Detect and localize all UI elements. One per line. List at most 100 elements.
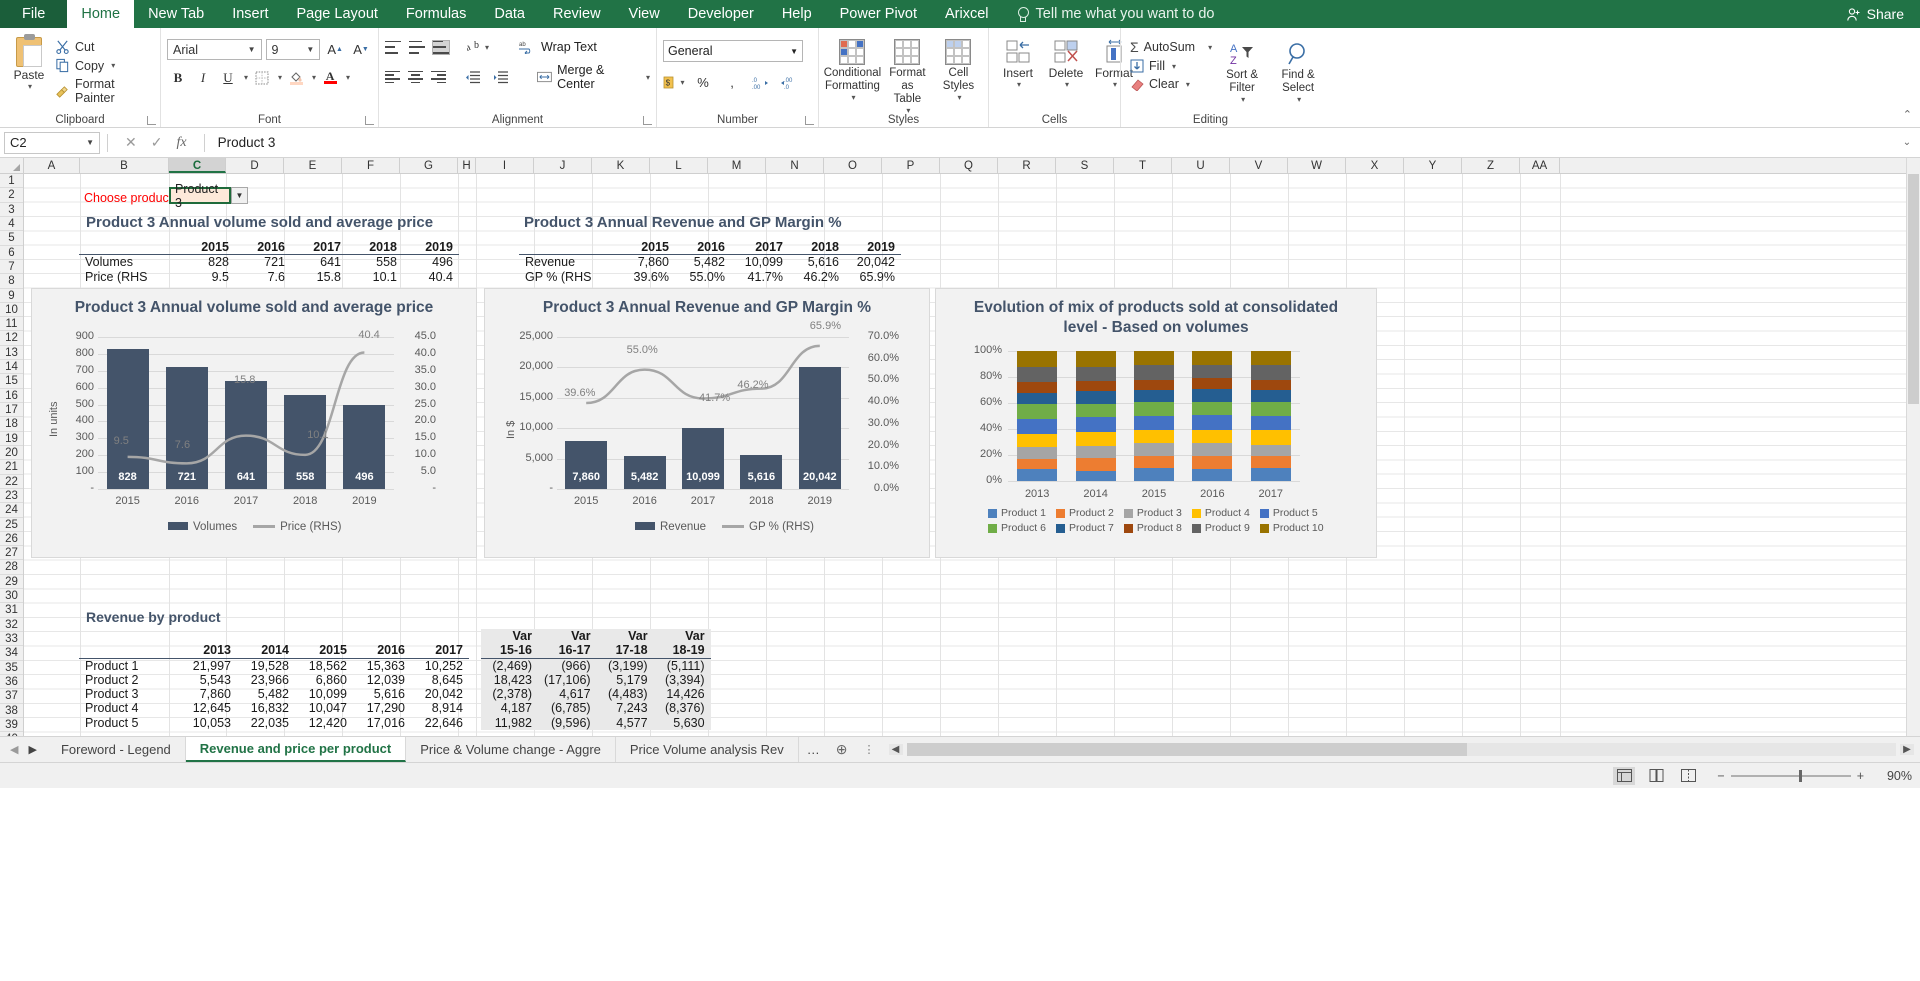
share-button[interactable]: Share [1830,0,1920,28]
column-header-AA[interactable]: AA [1520,158,1560,173]
page-break-view-button[interactable] [1677,767,1699,785]
column-header-W[interactable]: W [1288,158,1346,173]
fill-button[interactable]: Fill ▾ [1127,57,1215,75]
zoom-thumb[interactable] [1798,769,1802,782]
cut-button[interactable]: Cut [52,37,154,56]
ribbon-tab-review[interactable]: Review [539,0,615,28]
ribbon-tab-arixcel[interactable]: Arixcel [931,0,1003,28]
underline-button[interactable]: U [217,67,239,88]
column-header-V[interactable]: V [1230,158,1288,173]
row-header-35[interactable]: 35 [0,661,23,675]
confirm-edit-icon[interactable]: ✓ [151,134,163,151]
zoom-track[interactable] [1730,769,1851,782]
sheet-tab-revenue-and-price-per-product[interactable]: Revenue and price per product [185,737,407,762]
align-middle-button[interactable] [409,40,425,54]
cancel-edit-icon[interactable]: ✕ [125,134,137,151]
row-header-30[interactable]: 30 [0,589,23,604]
bold-button[interactable]: B [167,67,189,88]
column-header-J[interactable]: J [534,158,592,173]
row-header-37[interactable]: 37 [0,689,23,704]
accounting-format-button[interactable]: $ ▾ [663,72,685,93]
sheet-tab-foreword-legend[interactable]: Foreword - Legend [47,737,186,762]
formula-input[interactable]: Product 3 [212,132,1898,154]
ribbon-tab-help[interactable]: Help [768,0,826,28]
column-header-S[interactable]: S [1056,158,1114,173]
chevron-down-icon[interactable]: ▾ [312,73,316,82]
align-right-button[interactable] [431,70,446,84]
comma-format-button[interactable]: , [721,72,743,93]
decrease-font-size-button[interactable]: A ▼ [350,39,372,60]
column-header-I[interactable]: I [476,158,534,173]
increase-font-size-button[interactable]: A ▲ [324,39,346,60]
cell-styles-button[interactable]: Cell Styles ▾ [935,37,982,117]
format-as-table-button[interactable]: Format as Table ▾ [882,37,933,117]
ribbon-tab-developer[interactable]: Developer [674,0,768,28]
row-header-6[interactable]: 6 [0,246,23,260]
sort-filter-button[interactable]: AZ Sort & Filter ▾ [1215,39,1269,111]
row-header-23[interactable]: 23 [0,489,23,504]
font-color-button[interactable]: A [319,67,341,88]
row-header-14[interactable]: 14 [0,360,23,375]
chevron-down-icon[interactable]: ▾ [244,73,248,82]
column-header-X[interactable]: X [1346,158,1404,173]
dropdown-arrow-icon[interactable]: ▼ [231,187,248,204]
row-header-28[interactable]: 28 [0,560,23,575]
vertical-scrollbar[interactable] [1906,158,1920,736]
percent-format-button[interactable]: % [692,72,714,93]
ribbon-tab-insert[interactable]: Insert [218,0,282,28]
column-header-A[interactable]: A [24,158,80,173]
align-center-button[interactable] [408,70,423,84]
paste-button[interactable]: Paste ▾ [6,31,52,111]
product-selector-value[interactable]: Product 3 [169,182,231,210]
column-header-Z[interactable]: Z [1462,158,1520,173]
chevron-down-icon[interactable]: ▾ [346,73,350,82]
sheet-tab-overflow[interactable]: … [799,737,828,762]
select-all-corner[interactable] [0,158,24,173]
number-format-select[interactable]: General ▼ [663,40,803,62]
chevron-down-icon[interactable]: ▾ [278,73,282,82]
row-header-16[interactable]: 16 [0,389,23,403]
font-dialog-launcher[interactable] [365,116,374,125]
column-header-K[interactable]: K [592,158,650,173]
row-header-8[interactable]: 8 [0,274,23,289]
column-header-N[interactable]: N [766,158,824,173]
clear-button[interactable]: Clear ▾ [1127,75,1215,93]
row-header-19[interactable]: 19 [0,432,23,446]
ribbon-tab-data[interactable]: Data [480,0,539,28]
previous-sheet-icon[interactable]: ◀ [10,743,18,756]
row-header-5[interactable]: 5 [0,231,23,246]
decrease-decimal-button[interactable]: .00.0 [779,72,801,93]
row-header-33[interactable]: 33 [0,632,23,647]
row-header-4[interactable]: 4 [0,217,23,232]
fill-color-button[interactable] [285,67,307,88]
column-header-Y[interactable]: Y [1404,158,1462,173]
font-family-select[interactable]: Arial ▼ [167,39,262,60]
increase-decimal-button[interactable]: .0.00 [750,72,772,93]
orientation-button[interactable]: ab ▾ [467,40,489,54]
column-header-C[interactable]: C [169,158,226,173]
row-header-34[interactable]: 34 [0,646,23,661]
vertical-scrollbar-thumb[interactable] [1908,174,1919,404]
page-layout-view-button[interactable] [1645,767,1667,785]
row-header-9[interactable]: 9 [0,289,23,303]
scroll-right-button[interactable]: ▶ [1900,744,1914,755]
sheet-canvas[interactable]: Choose product Product 3 ▼ Product 3 Ann… [24,174,1920,736]
ribbon-tab-view[interactable]: View [615,0,674,28]
column-header-M[interactable]: M [708,158,766,173]
row-header-36[interactable]: 36 [0,675,23,690]
ribbon-collapse-button[interactable]: ⌃ [1903,108,1912,121]
column-header-E[interactable]: E [284,158,342,173]
font-size-select[interactable]: 9 ▼ [265,39,321,60]
column-header-Q[interactable]: Q [940,158,998,173]
row-header-15[interactable]: 15 [0,374,23,389]
name-box[interactable]: C2 ▼ [4,131,100,154]
sheet-tab-splitter[interactable]: ⋮ [856,737,883,762]
add-sheet-button[interactable]: ⊕ [828,737,856,762]
row-header-21[interactable]: 21 [0,460,23,475]
column-header-F[interactable]: F [342,158,400,173]
merge-center-button[interactable]: Merge & Center ▾ [537,63,650,91]
row-header-12[interactable]: 12 [0,331,23,346]
column-header-R[interactable]: R [998,158,1056,173]
horizontal-scrollbar[interactable]: ◀ ▶ [883,737,1920,762]
copy-button[interactable]: Copy ▾ [52,56,154,75]
